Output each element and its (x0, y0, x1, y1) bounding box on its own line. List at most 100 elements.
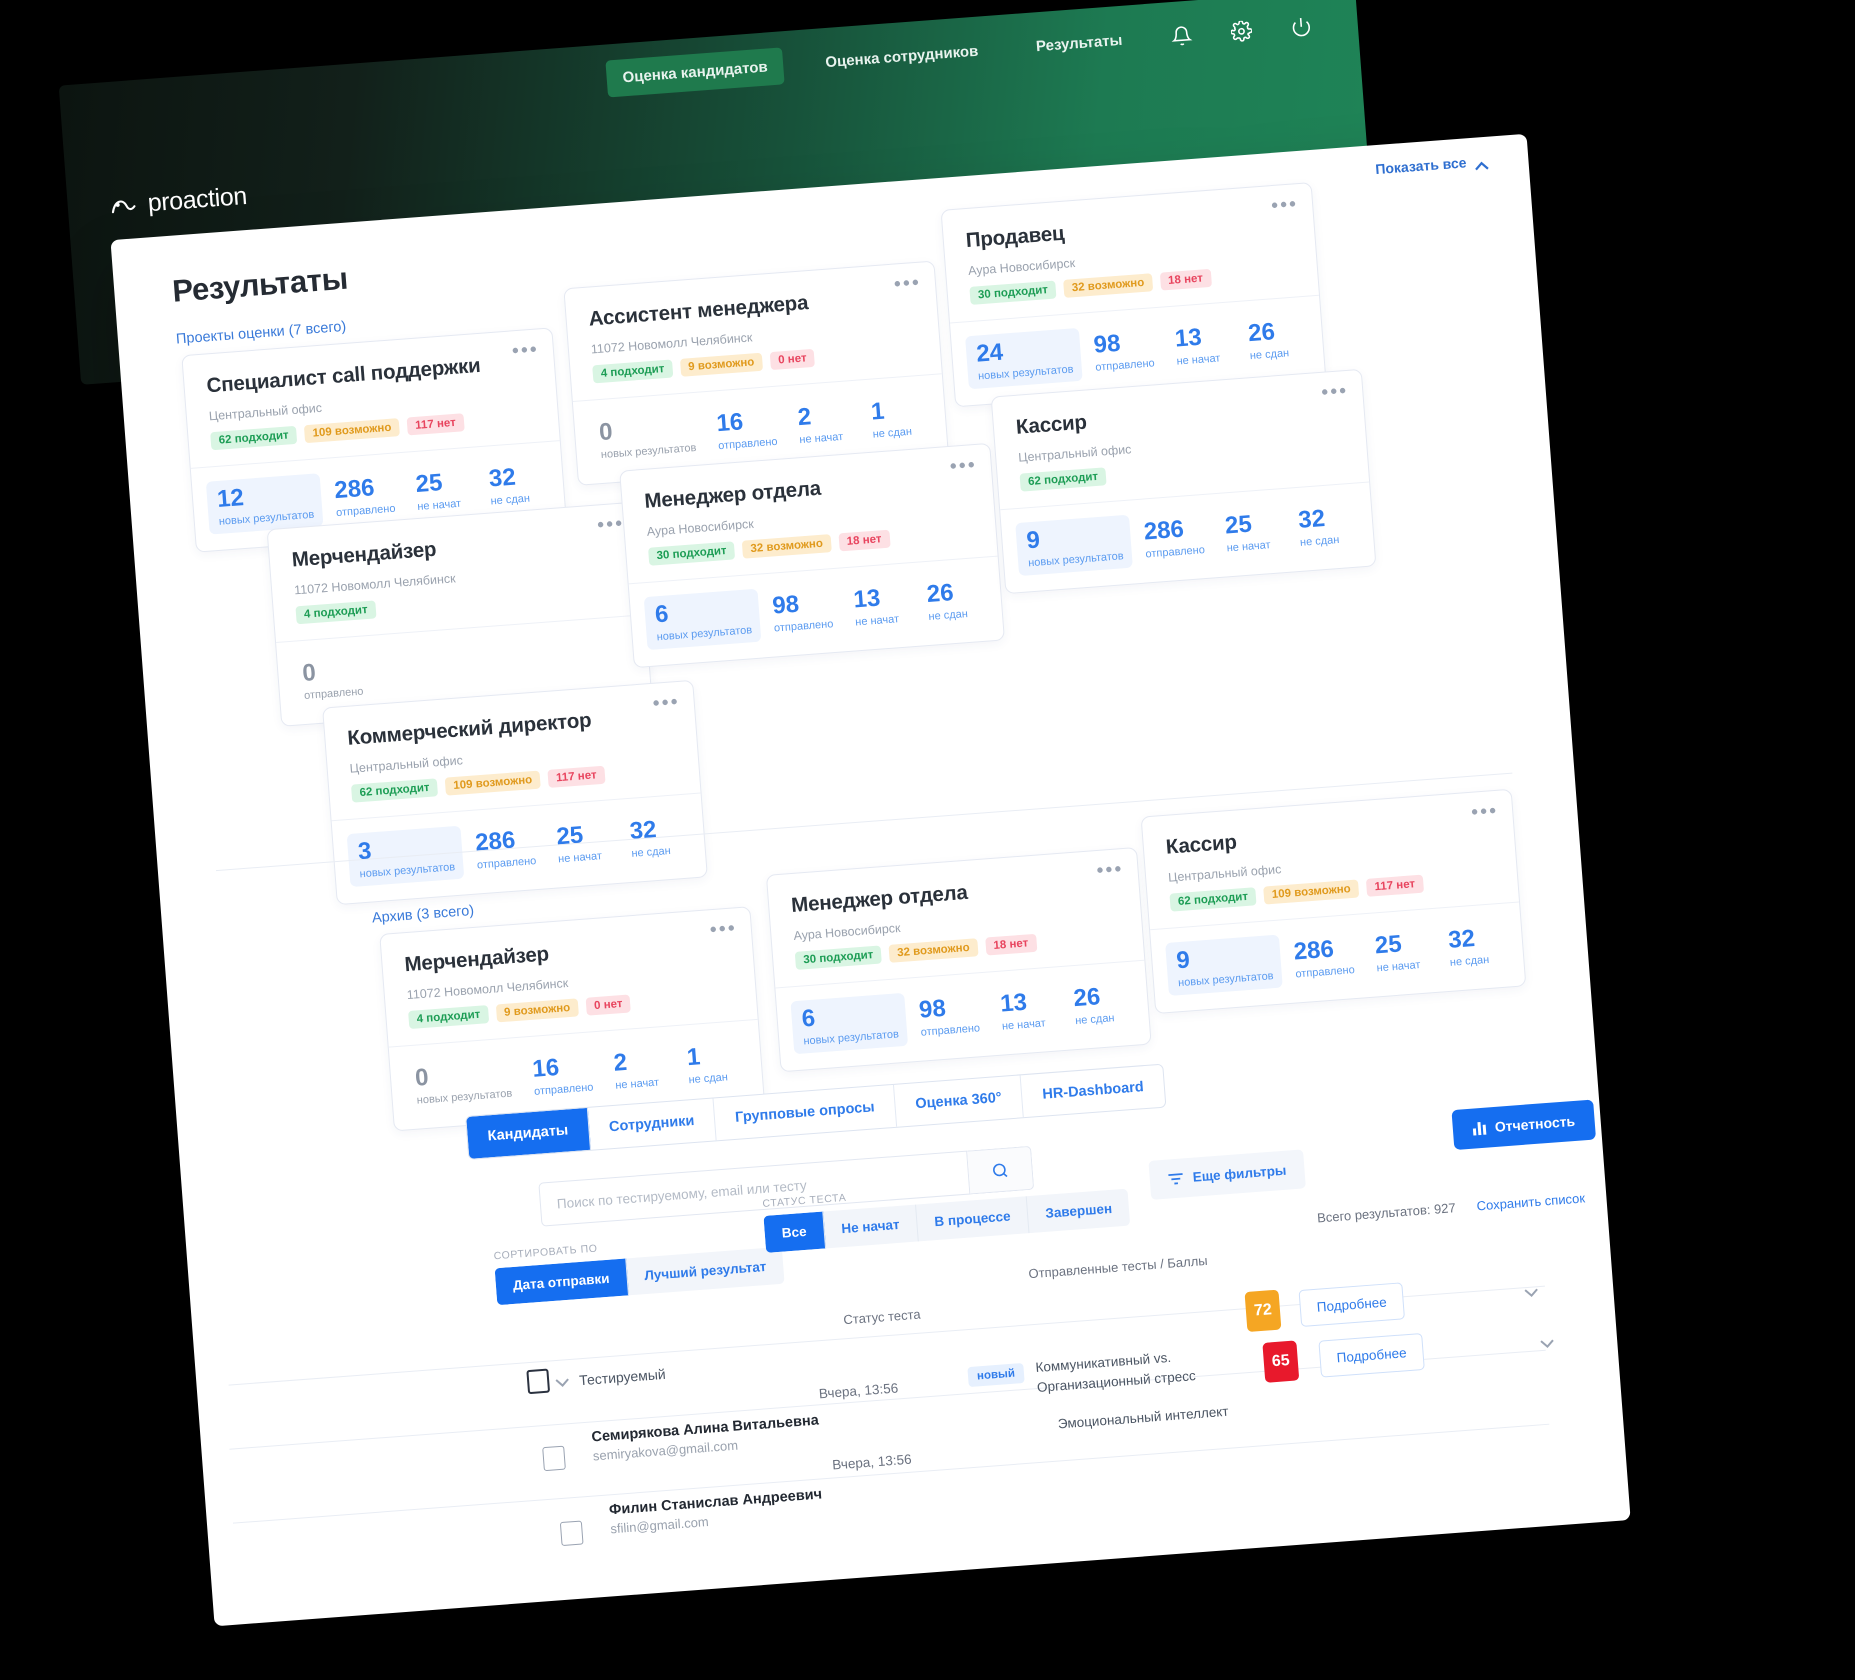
chip-fit: 62 подходит (1169, 887, 1257, 912)
stat-sent[interactable]: 16 отправлено (521, 1046, 602, 1105)
stat-new[interactable]: 6 новых результатов (643, 588, 762, 651)
tab-assessment-360[interactable]: Оценка 360° (893, 1075, 1025, 1127)
stat-failed[interactable]: 1 не сдан (860, 389, 933, 447)
stat-sent[interactable]: 16 отправлено (705, 400, 786, 459)
stat-failed[interactable]: 26 не сдан (1062, 976, 1135, 1034)
brand-logo[interactable]: proaction (109, 182, 248, 221)
project-card[interactable]: ••• Коммерческий директор Центральный оф… (322, 679, 708, 906)
save-list-link[interactable]: Сохранить список (1476, 1190, 1585, 1213)
chevron-up-icon (1474, 156, 1489, 170)
row-details-button[interactable]: Подробнее (1318, 1332, 1425, 1378)
card-menu-icon[interactable]: ••• (1320, 380, 1349, 404)
stat-sent[interactable]: 286 отправлено (323, 467, 404, 526)
gear-icon[interactable] (1223, 13, 1259, 49)
archive-card[interactable]: ••• Кассир Центральный офис 62 подходит … (1140, 788, 1527, 1015)
stat-not-started[interactable]: 2 не начат (786, 395, 859, 453)
card-menu-icon[interactable]: ••• (596, 513, 625, 537)
archive-card[interactable]: ••• Менеджер отдела Аура Новосибирск 30 … (765, 846, 1152, 1073)
table-header-tests: Отправленные тесты / Баллы (1027, 1252, 1209, 1282)
group-label-archive[interactable]: Архив (3 всего) (371, 903, 474, 927)
stat-failed[interactable]: 26 не сдан (915, 572, 988, 630)
project-card[interactable]: ••• Менеджер отдела Аура Новосибирск 30 … (619, 442, 1005, 669)
stat-not-started[interactable]: 13 не начат (989, 981, 1062, 1039)
nav-item-candidates[interactable]: Оценка кандидатов (605, 47, 785, 98)
top-nav-items: Оценка кандидатов Оценка сотрудников Рез… (605, 7, 1319, 98)
row-checkbox-cell[interactable] (559, 1520, 584, 1547)
project-card[interactable]: ••• Продавец Аура Новосибирск 30 подходи… (940, 182, 1327, 408)
sort-option-best-result[interactable]: Лучший результат (626, 1247, 785, 1296)
status-option-in-progress[interactable]: В процессе (916, 1196, 1030, 1242)
stat-failed[interactable]: 32 не сдан (478, 456, 551, 514)
stat-new[interactable]: 6 новых результатов (790, 992, 908, 1055)
nav-item-employees[interactable]: Оценка сотрудников (808, 31, 995, 82)
stat-not-started[interactable]: 13 не начат (1164, 316, 1237, 374)
stat-new[interactable]: 9 новых результатов (1165, 934, 1283, 997)
stat-not-started[interactable]: 13 не начат (842, 577, 915, 635)
card-menu-icon[interactable]: ••• (893, 272, 922, 296)
stat-sent[interactable]: 0 отправлено (291, 650, 377, 709)
table-row[interactable]: Семирякова Алина Витальевна semiryakova@… (591, 1412, 821, 1463)
stat-not-started[interactable]: 2 не начат (602, 1040, 675, 1098)
chip-fit: 30 подходит (794, 945, 882, 970)
chevron-down-icon[interactable] (554, 1374, 571, 1387)
row-checkbox[interactable] (542, 1445, 566, 1472)
row-details-button[interactable]: Подробнее (1298, 1282, 1406, 1328)
row-date: Вчера, 13:56 (818, 1380, 899, 1402)
more-filters-button[interactable]: Еще фильтры (1148, 1149, 1306, 1200)
row-expand-icon[interactable] (1523, 1284, 1540, 1298)
stat-failed[interactable]: 32 не сдан (1437, 917, 1510, 975)
row-expand-icon[interactable] (1539, 1335, 1556, 1349)
stat-empty (464, 637, 550, 696)
screenshot-stage: Оценка кандидатов Оценка сотрудников Рез… (0, 0, 1855, 1680)
chip-maybe: 109 возможно (303, 418, 401, 444)
card-menu-icon[interactable]: ••• (709, 917, 738, 941)
stat-sent[interactable]: 98 отправлено (761, 583, 842, 642)
card-menu-icon[interactable]: ••• (511, 338, 540, 362)
stat-new[interactable]: 0 новых результатов (588, 406, 705, 468)
stat-failed[interactable]: 26 не сдан (1237, 311, 1310, 369)
group-label-projects[interactable]: Проекты оценки (7 всего) (175, 319, 346, 348)
card-menu-icon[interactable]: ••• (949, 454, 978, 478)
status-option-completed[interactable]: Завершен (1027, 1189, 1130, 1233)
sort-option-send-date[interactable]: Дата отправки (494, 1258, 629, 1306)
card-menu-icon[interactable]: ••• (652, 691, 681, 715)
chip-maybe: 9 возможно (679, 352, 763, 377)
tab-employees[interactable]: Сотрудники (587, 1098, 717, 1150)
stat-failed[interactable]: 32 не сдан (1287, 498, 1360, 556)
power-icon[interactable] (1283, 9, 1319, 45)
chip-fit: 4 подходит (408, 1005, 489, 1030)
content-sheet: Показать все Результаты Проекты оценки (… (110, 133, 1631, 1627)
status-option-all[interactable]: Все (763, 1211, 826, 1253)
bell-icon[interactable] (1163, 18, 1199, 54)
stat-sent[interactable]: 286 отправлено (1282, 929, 1363, 988)
stat-sent[interactable]: 286 отправлено (1133, 509, 1214, 568)
reporting-button[interactable]: Отчетность (1451, 1099, 1597, 1151)
chip-no: 117 нет (547, 765, 606, 788)
sort-by-group: СОРТИРОВАТЬ ПО Дата отправки Лучший резу… (493, 1229, 785, 1306)
tab-hr-dashboard[interactable]: HR-Dashboard (1021, 1065, 1165, 1117)
nav-item-results[interactable]: Результаты (1019, 21, 1140, 67)
stat-empty (550, 630, 636, 689)
stat-new[interactable]: 24 новых результатов (965, 327, 1083, 390)
select-all-checkbox[interactable] (526, 1368, 551, 1395)
row-checkbox[interactable] (559, 1520, 584, 1547)
status-option-not-started[interactable]: Не начат (823, 1204, 919, 1249)
row-checkbox-cell[interactable] (542, 1445, 566, 1472)
stat-new[interactable]: 9 новых результатов (1015, 514, 1133, 577)
chip-fit: 30 подходит (648, 541, 736, 566)
stat-failed[interactable]: 1 не сдан (676, 1035, 749, 1093)
card-menu-icon[interactable]: ••• (1270, 193, 1299, 217)
stat-sent[interactable]: 98 отправлено (908, 987, 989, 1046)
tab-candidates[interactable]: Кандидаты (466, 1107, 591, 1159)
stat-sent[interactable]: 98 отправлено (1082, 322, 1163, 381)
table-row[interactable]: Филин Станислав Андреевич sfilin@gmail.c… (608, 1486, 823, 1536)
stat-not-started[interactable]: 25 не начат (1214, 503, 1287, 561)
stat-new[interactable]: 0 новых результатов (404, 1052, 521, 1114)
show-all-toggle[interactable]: Показать все (1375, 153, 1489, 177)
card-menu-icon[interactable]: ••• (1470, 800, 1499, 824)
project-card[interactable]: ••• Кассир Центральный офис 62 подходит … (990, 368, 1377, 595)
card-menu-icon[interactable]: ••• (1096, 858, 1125, 882)
stat-not-started[interactable]: 25 не начат (1364, 923, 1437, 981)
table-select-all-cell[interactable] (526, 1367, 571, 1395)
stat-not-started[interactable]: 25 не начат (404, 462, 477, 520)
